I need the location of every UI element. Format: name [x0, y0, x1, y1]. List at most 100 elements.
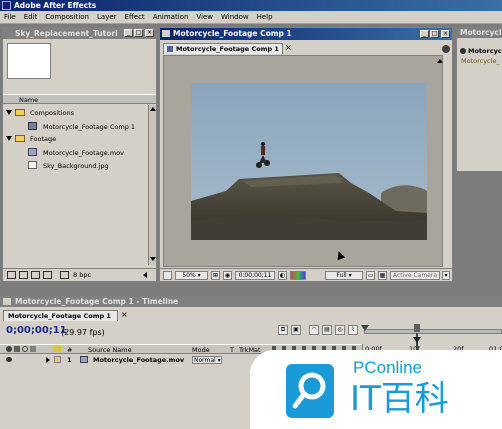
- menu-file[interactable]: File: [0, 11, 20, 23]
- right-panel-title-bar: Motorcycl: [457, 27, 502, 38]
- layer-label-color[interactable]: [54, 356, 61, 363]
- new-comp-icon[interactable]: [31, 271, 40, 279]
- expand-triangle-icon[interactable]: [46, 357, 50, 363]
- menu-edit[interactable]: Edit: [20, 11, 42, 23]
- folder-icon: [15, 135, 25, 142]
- col-trkmat[interactable]: TrkMat: [239, 346, 261, 354]
- timeline-timecode[interactable]: 0;00;00;11: [6, 325, 67, 336]
- comp-window-title: Motorcycle_Footage Comp 1: [173, 29, 292, 38]
- expand-triangle-icon[interactable]: [6, 136, 12, 141]
- comp-viewer[interactable]: [163, 55, 443, 267]
- region-of-interest-icon[interactable]: ▭: [366, 271, 375, 280]
- transparency-grid-icon[interactable]: ▦: [378, 271, 387, 280]
- expand-triangle-icon[interactable]: [6, 110, 12, 115]
- audio-switch-icon[interactable]: [14, 346, 20, 352]
- zoom-handle-icon[interactable]: [414, 324, 420, 332]
- project-title: Sky_Replacement_Tutori: [15, 29, 118, 38]
- tab-close-icon[interactable]: ×: [285, 43, 292, 52]
- comp-mini-flowchart-icon[interactable]: ⧉: [278, 325, 288, 335]
- safe-zones-icon[interactable]: ⊞: [211, 271, 220, 280]
- graph-editor-icon[interactable]: ⌇: [348, 325, 358, 335]
- show-snapshot-icon[interactable]: ◐: [278, 271, 287, 280]
- layer-mode-select[interactable]: Normal ▾: [192, 356, 222, 364]
- work-area-bar[interactable]: [364, 329, 502, 334]
- label-column-icon[interactable]: [54, 346, 61, 352]
- scroll-left-icon[interactable]: [143, 272, 147, 278]
- app-title-bar: Adobe After Effects: [0, 0, 502, 11]
- frame-blending-icon[interactable]: ▤: [322, 325, 332, 335]
- trash-icon[interactable]: [60, 271, 69, 279]
- menu-layer[interactable]: Layer: [93, 11, 121, 23]
- close-button[interactable]: ×: [441, 30, 450, 38]
- menu-view[interactable]: View: [192, 11, 217, 23]
- mouse-cursor-icon: [334, 249, 346, 261]
- tab-close-icon[interactable]: ×: [121, 310, 128, 319]
- comp-footer: 50% ▾ ⊞ ◉ 0;00;00;11 ◐ Full ▾ ▭ ▦ Active…: [160, 268, 452, 281]
- maximize-button[interactable]: □: [134, 29, 143, 37]
- right-panel-item[interactable]: Motorcycle_Foo: [460, 47, 502, 56]
- draft-3d-icon[interactable]: ▣: [291, 325, 301, 335]
- always-preview-icon[interactable]: [163, 271, 172, 280]
- scroll-up-icon[interactable]: [150, 107, 156, 111]
- folder-footage[interactable]: Footage: [3, 134, 148, 144]
- video-switch-icon[interactable]: [6, 346, 12, 352]
- comp-tab[interactable]: Motorcycle_Footage Comp 1: [163, 43, 283, 54]
- current-time-head-icon[interactable]: [413, 337, 421, 343]
- maximize-button[interactable]: □: [430, 30, 439, 38]
- col-t[interactable]: T: [230, 346, 234, 354]
- scroll-down-icon[interactable]: [150, 257, 156, 261]
- project-column-header[interactable]: Name: [3, 94, 156, 104]
- layer-number: 1: [67, 356, 72, 364]
- menu-window[interactable]: Window: [217, 11, 253, 23]
- scroll-up-icon[interactable]: [437, 59, 443, 63]
- watermark-logo-text: IT百科: [350, 379, 449, 419]
- lock-switch-icon[interactable]: [30, 346, 36, 352]
- eye-icon[interactable]: [6, 357, 12, 362]
- project-scrollbar[interactable]: [148, 105, 156, 265]
- minimize-button[interactable]: _: [420, 30, 429, 38]
- find-icon[interactable]: [7, 271, 16, 279]
- new-folder-icon[interactable]: [19, 271, 28, 279]
- menu-animation[interactable]: Animation: [149, 11, 193, 23]
- motion-blur-icon[interactable]: ◎: [335, 325, 345, 335]
- menu-help[interactable]: Help: [253, 11, 277, 23]
- color-channel-icon[interactable]: [290, 271, 306, 280]
- close-button[interactable]: ×: [145, 29, 154, 37]
- minimize-button[interactable]: _: [124, 29, 133, 37]
- comp-timecode[interactable]: 0;00;00;11: [235, 271, 275, 280]
- list-item-comp[interactable]: Motorcycle_Footage Comp 1: [3, 121, 148, 132]
- col-mode[interactable]: Mode: [192, 346, 210, 354]
- menu-composition[interactable]: Composition: [41, 11, 93, 23]
- right-panel-subitem[interactable]: Motorcycle_: [461, 57, 500, 65]
- movie-icon: [28, 148, 37, 156]
- work-area-start-handle[interactable]: [361, 325, 369, 331]
- timeline-tab[interactable]: Motorcycle_Footage Comp 1: [3, 310, 118, 321]
- zoom-select[interactable]: 50% ▾: [175, 271, 208, 280]
- pconline-logo-icon: [286, 364, 334, 418]
- col-source-name[interactable]: Source Name: [88, 346, 132, 354]
- list-item-footage-mov[interactable]: Motorcycle_Footage.mov: [3, 147, 148, 158]
- menu-effect[interactable]: Effect: [121, 11, 149, 23]
- panel-menu-icon[interactable]: [442, 45, 450, 53]
- view-options-icon[interactable]: ▾: [442, 271, 450, 280]
- layer-name[interactable]: Motorcycle_Footage.mov: [93, 356, 184, 364]
- comp-window-icon: [162, 30, 170, 37]
- resolution-select[interactable]: Full ▾: [325, 271, 363, 280]
- movie-icon: [80, 356, 88, 363]
- camera-snapshot-icon[interactable]: ◉: [223, 271, 232, 280]
- layer-icon: [460, 48, 466, 54]
- timeline-title-bar: Motorcycle_Footage Comp 1 - Timeline: [0, 296, 502, 307]
- shy-layers-icon[interactable]: ◠: [309, 325, 319, 335]
- solo-switch-icon[interactable]: [22, 346, 28, 352]
- image-icon: [28, 161, 37, 169]
- active-camera-select[interactable]: Active Camera: [390, 271, 440, 280]
- project-list: Compositions Motorcycle_Footage Comp 1 F…: [3, 105, 148, 265]
- folder-icon: [15, 109, 25, 116]
- timeline-title: Motorcycle_Footage Comp 1 - Timeline: [15, 297, 179, 306]
- comp-tab-icon: [167, 46, 173, 52]
- folder-compositions[interactable]: Compositions: [3, 108, 148, 118]
- bpc-label[interactable]: 8 bpc: [73, 271, 91, 279]
- list-item-sky-jpg[interactable]: Sky_Background.jpg: [3, 160, 148, 171]
- settings-icon[interactable]: [43, 271, 52, 279]
- col-num[interactable]: #: [67, 346, 72, 354]
